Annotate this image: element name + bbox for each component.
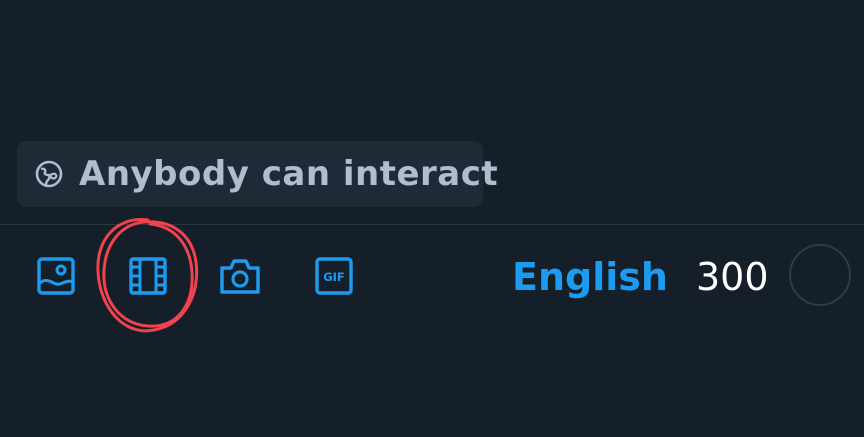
reply-setting-button[interactable]: Anybody can interact bbox=[17, 141, 498, 207]
gif-icon-text: GIF bbox=[323, 270, 345, 284]
divider bbox=[0, 224, 864, 225]
video-icon bbox=[128, 256, 168, 296]
character-count: 300 bbox=[696, 255, 769, 299]
camera-button[interactable] bbox=[219, 255, 261, 297]
globe-icon bbox=[34, 158, 64, 190]
camera-icon bbox=[218, 256, 262, 296]
add-video-button[interactable] bbox=[127, 255, 169, 297]
add-image-button[interactable] bbox=[35, 255, 77, 297]
character-progress-ring bbox=[789, 244, 851, 306]
add-gif-button[interactable]: GIF bbox=[313, 255, 355, 297]
reply-setting-label: Anybody can interact bbox=[79, 154, 499, 194]
gif-icon: GIF bbox=[314, 256, 354, 296]
language-selector[interactable]: English bbox=[512, 254, 668, 300]
image-icon bbox=[36, 256, 76, 296]
